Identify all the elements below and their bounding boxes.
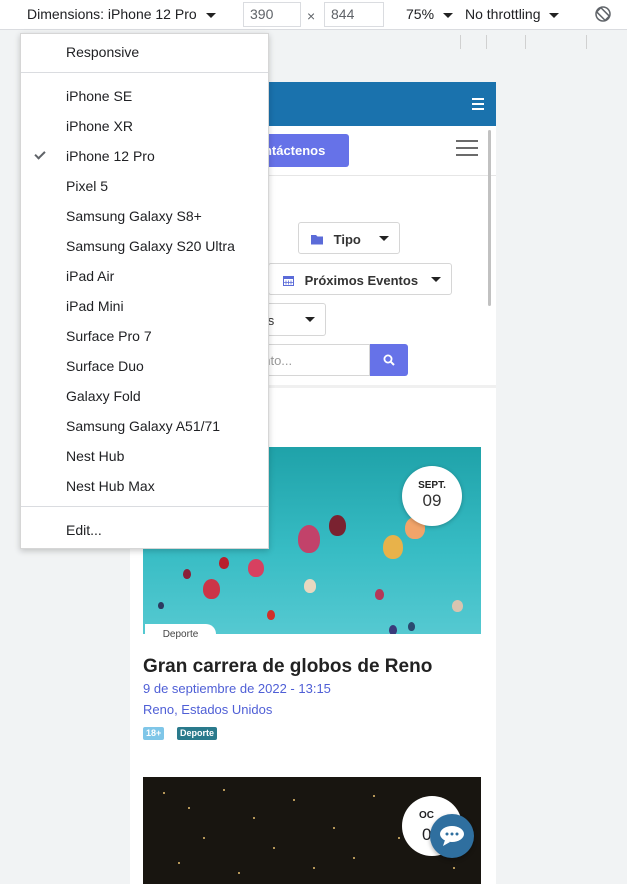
throttling-caret-icon bbox=[549, 12, 560, 18]
folder-icon bbox=[311, 235, 323, 245]
menu-item-device[interactable]: Galaxy Fold bbox=[66, 388, 141, 404]
filter-eventos-label: Próximos Eventos bbox=[304, 273, 419, 288]
filter-proximos-eventos[interactable]: Próximos Eventos bbox=[268, 263, 452, 295]
throttling-dropdown[interactable]: No throttling bbox=[465, 6, 560, 22]
filter-caret-icon bbox=[431, 277, 441, 282]
menu-item-edit[interactable]: Edit... bbox=[66, 522, 102, 538]
event-month-2: OC bbox=[419, 810, 434, 821]
search-button[interactable] bbox=[370, 344, 408, 376]
ruler-mark bbox=[525, 35, 526, 49]
ruler-mark bbox=[586, 35, 587, 49]
menu-item-device[interactable]: Samsung Galaxy A51/71 bbox=[66, 418, 220, 434]
menu-item-device[interactable]: iPad Air bbox=[66, 268, 114, 284]
menu-item-device[interactable]: Samsung Galaxy S20 Ultra bbox=[66, 238, 235, 254]
zoom-caret-icon bbox=[442, 12, 453, 18]
event-title[interactable]: Gran carrera de globos de Reno bbox=[143, 656, 432, 678]
event-datetime: 9 de septiembre de 2022 - 13:15 bbox=[143, 681, 331, 696]
balloon bbox=[329, 515, 346, 536]
event-date-badge: SEPT. 09 bbox=[402, 466, 462, 526]
chat-button[interactable] bbox=[430, 814, 474, 858]
height-input[interactable]: 844 bbox=[324, 2, 384, 27]
chat-icon bbox=[440, 826, 464, 846]
ruler-mark bbox=[460, 35, 461, 49]
balloon bbox=[389, 625, 397, 634]
throttling-label: No throttling bbox=[465, 6, 541, 22]
ruler-mark bbox=[486, 35, 487, 49]
menu-item-device[interactable]: Surface Pro 7 bbox=[66, 328, 152, 344]
balloon bbox=[267, 610, 275, 620]
filter-tipo-label: Tipo bbox=[333, 232, 361, 247]
menu-item-device[interactable]: Nest Hub Max bbox=[66, 478, 155, 494]
balloon bbox=[203, 579, 220, 599]
zoom-dropdown[interactable]: 75% bbox=[406, 6, 453, 22]
menu-item-device[interactable]: iPhone XR bbox=[66, 118, 133, 134]
width-input[interactable]: 390 bbox=[243, 2, 301, 27]
tag-category: Deporte bbox=[177, 727, 218, 740]
filter-tipo[interactable]: Tipo bbox=[298, 222, 400, 254]
dimensions-label: Dimensions: iPhone 12 Pro bbox=[27, 6, 197, 22]
calendar-icon bbox=[283, 276, 294, 286]
balloon bbox=[452, 600, 463, 612]
balloon bbox=[375, 589, 384, 600]
menu-item-device[interactable]: Nest Hub bbox=[66, 448, 124, 464]
balloon bbox=[183, 569, 191, 579]
device-toolbar: Dimensions: iPhone 12 Pro 390 × 844 75% … bbox=[0, 0, 627, 30]
event-month: SEPT. bbox=[418, 480, 446, 491]
balloon bbox=[219, 557, 229, 569]
event-location[interactable]: Reno, Estados Unidos bbox=[143, 702, 272, 717]
menu-separator bbox=[21, 72, 268, 73]
search-icon bbox=[383, 354, 395, 366]
rotate-icon[interactable] bbox=[594, 5, 612, 23]
page-scrollbar[interactable] bbox=[488, 130, 491, 306]
menu-item-device[interactable]: Pixel 5 bbox=[66, 178, 108, 194]
menu-item-device[interactable]: Surface Duo bbox=[66, 358, 144, 374]
balloon bbox=[298, 525, 320, 553]
menu-item-device[interactable]: iPhone SE bbox=[66, 88, 132, 104]
event-day: 09 bbox=[422, 491, 442, 510]
menu-item-responsive[interactable]: Responsive bbox=[66, 44, 139, 60]
menu-separator bbox=[21, 506, 268, 507]
balloon bbox=[248, 559, 264, 577]
device-dropdown-menu: Responsive iPhone SE iPhone XR iPhone 12… bbox=[20, 33, 269, 549]
filter-caret-icon bbox=[305, 317, 315, 322]
balloon bbox=[304, 579, 316, 593]
topbar-menu-icon[interactable] bbox=[472, 98, 484, 110]
menu-item-device[interactable]: Samsung Galaxy S8+ bbox=[66, 208, 202, 224]
menu-item-device[interactable]: iPad Mini bbox=[66, 298, 124, 314]
zoom-label: 75% bbox=[406, 6, 435, 22]
dimensions-caret-icon bbox=[205, 12, 216, 18]
event-category-pill: Deporte bbox=[145, 624, 216, 645]
hamburger-menu-icon[interactable] bbox=[456, 140, 478, 158]
times-separator: × bbox=[307, 8, 316, 24]
tag-age: 18+ bbox=[143, 727, 165, 740]
balloon bbox=[408, 622, 415, 631]
balloon bbox=[383, 535, 403, 559]
dimensions-dropdown[interactable]: Dimensions: iPhone 12 Pro bbox=[27, 6, 216, 22]
balloon bbox=[158, 602, 164, 609]
filter-caret-icon bbox=[379, 236, 389, 241]
checkmark-icon bbox=[34, 148, 46, 160]
menu-item-device-selected[interactable]: iPhone 12 Pro bbox=[66, 148, 155, 164]
